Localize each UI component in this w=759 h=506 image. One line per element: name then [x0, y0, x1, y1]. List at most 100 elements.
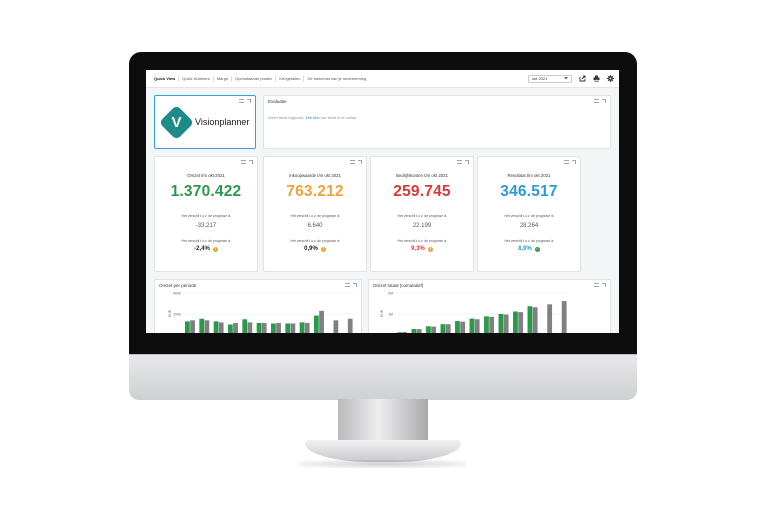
- bar: [304, 322, 310, 333]
- bar: [547, 304, 553, 333]
- bar: [319, 310, 324, 333]
- evaluation-edit-link[interactable]: Klik hier: [306, 115, 320, 120]
- bar: [233, 322, 238, 333]
- bar: [455, 321, 460, 333]
- kpi-card: Bedrijfskosten t/m okt 2021 259.745 Het ve…: [370, 156, 474, 272]
- kpi-value: 1.370.422: [170, 183, 242, 200]
- kpi-pct-row: 8,9% ✓: [478, 246, 580, 252]
- bar: [474, 319, 480, 333]
- bar: [484, 316, 489, 333]
- export-icon[interactable]: [579, 75, 586, 82]
- kpi-title: Omzet t/m okt 2021: [187, 173, 225, 178]
- tab-toekomst[interactable]: De toekomst van je onderneming: [304, 76, 369, 82]
- expand-icon[interactable]: [572, 160, 576, 164]
- bar: [261, 322, 267, 333]
- logo-letter: V: [171, 114, 182, 131]
- menu-icon[interactable]: [241, 160, 246, 164]
- bar: [416, 329, 422, 333]
- tab-quick-numbers[interactable]: Quick Numbers: [179, 75, 214, 82]
- bar: [503, 314, 509, 333]
- kpi-pct-value: 8,9%: [518, 246, 532, 252]
- monitor-stand-foot: [305, 440, 461, 462]
- evaluation-text: Geen tekst ingevuld. Klik hier om tekst …: [268, 115, 357, 120]
- check-icon: ✓: [534, 246, 540, 252]
- bar: [204, 320, 210, 333]
- print-icon[interactable]: [593, 75, 600, 82]
- chevron-down-icon: [564, 77, 568, 80]
- y-axis-label: EUR: [168, 309, 172, 317]
- toolbar-actions: okt 2021: [528, 74, 614, 83]
- bar: [199, 318, 205, 333]
- tab-openstaande-posten[interactable]: Openstaande posten: [232, 75, 277, 82]
- bar: [426, 326, 431, 333]
- logo-panel: V Visionplanner: [154, 95, 256, 149]
- kpi-value: 763.212: [286, 183, 344, 200]
- y-tick-label: 2M: [388, 291, 393, 295]
- kpi-pct-row: 9,3%!: [371, 246, 473, 252]
- menu-icon[interactable]: [457, 160, 462, 164]
- kpi-card: Inkoopwaarde t/m okt 2021 763.212 Het vers…: [263, 156, 367, 272]
- bar: [460, 321, 466, 333]
- y-tick-label: 200k: [173, 312, 181, 316]
- bar: [532, 307, 538, 333]
- period-select-value: okt 2021: [532, 76, 548, 81]
- expand-icon[interactable]: [602, 99, 606, 103]
- bar: [397, 332, 402, 333]
- bar: [228, 324, 233, 333]
- evaluation-hint-text: om tekst in te vullen.: [320, 115, 358, 120]
- tab-quick-view[interactable]: Quick View: [151, 75, 180, 82]
- monitor-mockup: Quick View Quick Numbers Marge Openstaan…: [0, 0, 759, 506]
- expand-icon[interactable]: [249, 160, 253, 164]
- bar: [440, 324, 446, 333]
- expand-icon[interactable]: [247, 99, 251, 103]
- kpi-card: Resultaat t/m okt 2021 346.517 Het verschi…: [477, 156, 581, 272]
- gear-icon[interactable]: [607, 75, 614, 82]
- panel-tools: [594, 99, 606, 103]
- dashboard-screen: Quick View Quick Numbers Marge Openstaan…: [146, 70, 619, 333]
- evaluation-empty-text: Geen tekst ingevuld.: [268, 115, 305, 120]
- y-tick-label: 400k: [173, 291, 181, 295]
- brand-name: Visionplanner: [195, 117, 250, 127]
- menu-icon[interactable]: [239, 99, 244, 103]
- bar: [218, 322, 224, 333]
- bar: [489, 316, 495, 333]
- warning-icon: !: [427, 246, 433, 252]
- tab-kengetallen[interactable]: Kengetallen: [276, 75, 305, 82]
- warning-icon: !: [320, 246, 326, 252]
- bar: [299, 322, 305, 333]
- bar: [256, 322, 262, 333]
- bar: [347, 318, 353, 333]
- kpi-diff-caption: Het verschil t.o.v. de prognose is: [181, 214, 231, 218]
- tab-marge[interactable]: Marge: [214, 75, 233, 82]
- kpi-pct-value: 0,9%: [304, 246, 318, 252]
- kpi-diff-value: 6.640: [307, 223, 323, 229]
- kpi-pct-value: 9,3%: [411, 246, 425, 252]
- menu-icon[interactable]: [350, 160, 355, 164]
- panel-tools: [241, 160, 253, 164]
- period-select[interactable]: okt 2021: [528, 74, 572, 83]
- bar: [513, 311, 518, 333]
- bar: [518, 312, 524, 333]
- panel-tools: [457, 160, 469, 164]
- expand-icon[interactable]: [358, 160, 362, 164]
- bar: [247, 322, 253, 333]
- menu-icon[interactable]: [564, 160, 569, 164]
- bar: [445, 324, 451, 333]
- top-navigation-bar: Quick View Quick Numbers Marge Openstaan…: [146, 70, 619, 88]
- kpi-diff-value: 28.264: [519, 223, 539, 229]
- panel-tools: [239, 99, 251, 103]
- bar: [242, 319, 248, 333]
- bar: [290, 323, 296, 333]
- kpi-pct-row: -2,4%!: [155, 246, 257, 252]
- monitor-shadow: [300, 460, 466, 468]
- kpi-diff-caption: Het verschil t.o.v. de prognose is: [397, 214, 447, 218]
- y-axis-label: EUR: [380, 309, 384, 317]
- bar: [285, 323, 291, 333]
- bar: [190, 320, 195, 333]
- kpi-diff-caption: Het verschil t.o.v. de prognose is: [290, 214, 340, 218]
- menu-icon[interactable]: [594, 99, 599, 103]
- panel-tools: [564, 160, 576, 164]
- evaluation-panel: Evaluatie Geen tekst ingevuld. Klik hier…: [263, 95, 611, 149]
- expand-icon[interactable]: [465, 160, 469, 164]
- monitor-chin: [129, 354, 637, 400]
